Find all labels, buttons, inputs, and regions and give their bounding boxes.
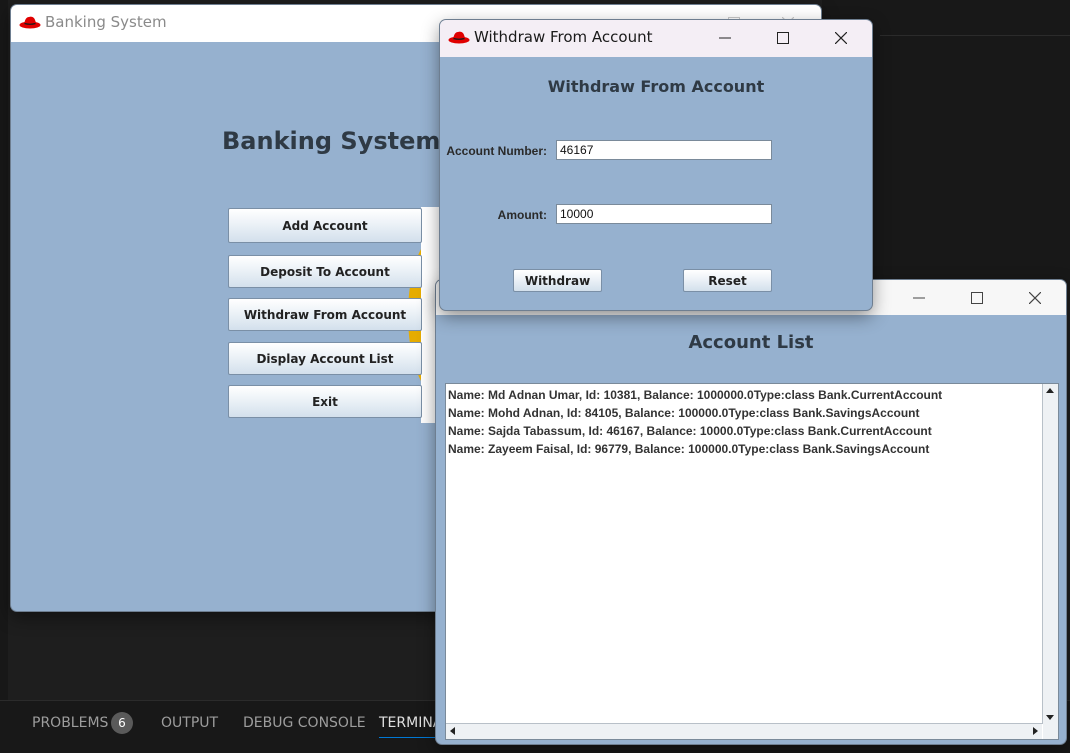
display-account-list-button[interactable]: Display Account List (228, 342, 422, 375)
tab-debug-console[interactable]: DEBUG CONSOLE (243, 715, 366, 731)
main-heading: Banking System (222, 127, 441, 155)
deposit-button[interactable]: Deposit To Account (228, 255, 422, 288)
red-hat-icon (19, 16, 41, 29)
tab-problems[interactable]: PROBLEMS (32, 715, 108, 731)
vscode-divider (880, 35, 1070, 36)
problems-count-badge: 6 (111, 712, 133, 734)
close-icon (835, 32, 847, 44)
tab-terminal[interactable]: TERMINA (379, 715, 442, 731)
account-list-textarea[interactable]: Name: Md Adnan Umar, Id: 10381, Balance:… (445, 383, 1059, 740)
amount-label: Amount: (497, 208, 547, 222)
account-number-field[interactable]: 46167 (556, 140, 772, 160)
reset-button[interactable]: Reset (683, 269, 772, 292)
list-item: Name: Zayeem Faisal, Id: 96779, Balance:… (448, 442, 930, 456)
withdraw-window: Withdraw From Account Withdraw From Acco… (440, 20, 872, 310)
withdraw-titlebar: Withdraw From Account (440, 20, 872, 57)
withdraw-window-title: Withdraw From Account (474, 28, 653, 46)
account-list-window: Account List Name: Md Adnan Umar, Id: 10… (436, 280, 1066, 744)
tab-output[interactable]: OUTPUT (161, 715, 218, 731)
add-account-button[interactable]: Add Account (228, 208, 422, 243)
maximize-icon (971, 292, 983, 304)
vscode-activity-strip (0, 0, 8, 700)
scroll-down-icon[interactable] (1046, 715, 1054, 720)
scroll-up-icon[interactable] (1046, 388, 1054, 393)
list-close-button[interactable] (1012, 280, 1058, 316)
withdraw-maximize-button[interactable] (760, 20, 806, 56)
account-number-label: Account Number: (446, 144, 547, 158)
amount-field[interactable]: 10000 (556, 204, 772, 224)
list-item: Name: Md Adnan Umar, Id: 10381, Balance:… (448, 388, 943, 402)
account-list-lines: Name: Md Adnan Umar, Id: 10381, Balance:… (448, 386, 942, 458)
list-item: Name: Mohd Adnan, Id: 84105, Balance: 10… (448, 406, 920, 420)
close-icon (1029, 292, 1041, 304)
withdraw-heading: Withdraw From Account (547, 77, 765, 96)
scroll-left-icon[interactable] (450, 727, 455, 735)
vertical-scrollbar[interactable] (1042, 384, 1058, 724)
list-item: Name: Sajda Tabassum, Id: 46167, Balance… (448, 424, 932, 438)
active-tab-indicator (379, 737, 439, 738)
withdraw-from-account-button[interactable]: Withdraw From Account (228, 298, 422, 331)
withdraw-close-button[interactable] (818, 20, 864, 56)
list-minimize-button[interactable] (896, 280, 942, 316)
account-list-heading: Account List (688, 332, 814, 353)
scroll-corner (1043, 724, 1058, 739)
red-hat-icon (448, 31, 470, 44)
minimize-icon (913, 297, 925, 299)
withdraw-button[interactable]: Withdraw (513, 269, 602, 292)
scroll-right-icon[interactable] (1033, 727, 1038, 735)
list-maximize-button[interactable] (954, 280, 1000, 316)
main-window-title: Banking System (45, 13, 167, 31)
minimize-icon (719, 37, 731, 39)
exit-button[interactable]: Exit (228, 385, 422, 418)
withdraw-minimize-button[interactable] (702, 20, 748, 56)
maximize-icon (777, 32, 789, 44)
horizontal-scrollbar[interactable] (446, 723, 1042, 739)
